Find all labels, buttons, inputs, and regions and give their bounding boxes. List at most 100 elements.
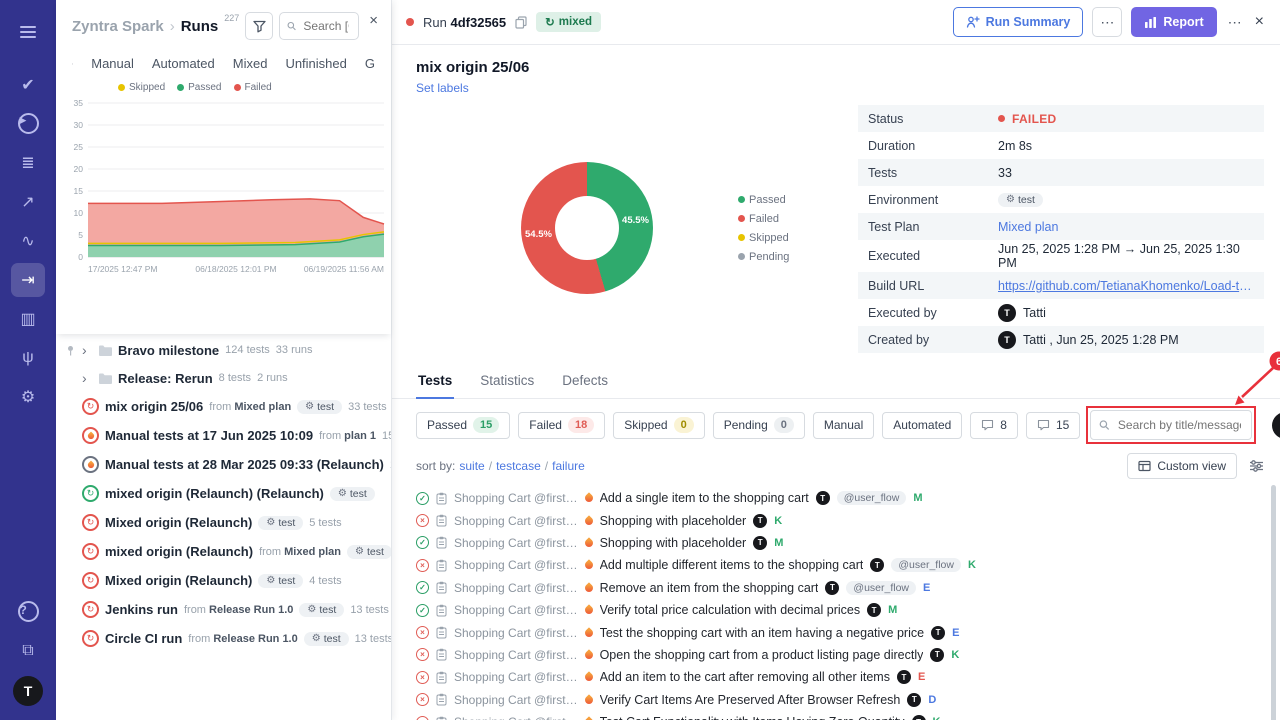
test-suite-link[interactable]: Shopping Cart @first… <box>454 693 578 707</box>
report-button[interactable]: Report <box>1131 7 1216 37</box>
runs-tab-g[interactable]: G <box>365 56 375 71</box>
test-row[interactable]: ×Shopping Cart @first…Open the shopping … <box>416 644 1262 666</box>
run-name[interactable]: mixed origin (Relaunch) (Relaunch) <box>105 486 324 501</box>
runs-tab-unfinished[interactable]: Unfinished <box>285 56 346 71</box>
runs-tab-manual[interactable]: Manual <box>91 56 134 71</box>
test-suites-icon[interactable]: ≣ <box>11 146 45 180</box>
integrations-icon[interactable]: ψ <box>11 341 45 375</box>
test-suite-link[interactable]: Shopping Cart @first… <box>454 558 578 572</box>
assignee-avatar[interactable]: T <box>753 514 767 528</box>
build-url-link[interactable]: https://github.com/TetianaKhomenko/Load-… <box>998 279 1254 293</box>
filter-chip-automated[interactable]: Automated <box>882 412 962 439</box>
test-title[interactable]: Verify Cart Items Are Preserved After Br… <box>600 693 901 707</box>
chevron-right-icon[interactable]: › <box>82 342 92 358</box>
set-labels-link[interactable]: Set labels <box>416 81 469 95</box>
test-runs-icon[interactable]: ▶ <box>11 107 45 141</box>
runs-tab-mixed[interactable]: Mixed <box>233 56 268 71</box>
test-title[interactable]: Shopping with placeholder <box>600 536 747 550</box>
sort-link-failure[interactable]: failure <box>552 459 585 473</box>
tab-tests[interactable]: Tests <box>416 365 454 399</box>
assignee-avatar[interactable]: T <box>753 536 767 550</box>
runs-search-field[interactable] <box>301 18 351 34</box>
test-row[interactable]: ✓Shopping Cart @first…Add a single item … <box>416 487 1262 509</box>
tab-statistics[interactable]: Statistics <box>478 365 536 399</box>
test-plan-link[interactable]: Mixed plan <box>998 220 1058 234</box>
filter-chip-pending[interactable]: Pending0 <box>713 412 805 439</box>
tree-run-row[interactable]: ↻Mixed origin (Relaunch)⚙test5 tests <box>56 508 391 537</box>
test-title[interactable]: Test Cart Functionality with Items Havin… <box>600 715 905 720</box>
run-name[interactable]: Mixed origin (Relaunch) <box>105 515 252 530</box>
test-title[interactable]: Add an item to the cart after removing a… <box>600 670 890 684</box>
assignee-avatar[interactable]: T <box>931 626 945 640</box>
trend-icon[interactable]: ↗ <box>11 185 45 219</box>
tree-run-row[interactable]: ↻mixed origin (Relaunch)from Mixed plan⚙… <box>56 537 391 566</box>
test-title[interactable]: Open the shopping cart from a product li… <box>600 648 924 662</box>
assignee-avatar[interactable]: T <box>930 648 944 662</box>
tab-defects[interactable]: Defects <box>560 365 610 399</box>
assignee-avatar[interactable]: T <box>907 693 921 707</box>
run-name[interactable]: mix origin 25/06 <box>105 399 203 414</box>
scrollbar[interactable] <box>1271 485 1276 720</box>
test-row[interactable]: ✓Shopping Cart @first…Shopping with plac… <box>416 532 1262 554</box>
run-name[interactable]: Manual tests at 17 Jun 2025 10:09 <box>105 428 313 443</box>
comments-filter-chip[interactable]: 8 <box>970 412 1018 439</box>
run-name[interactable]: mixed origin (Relaunch) <box>105 544 253 559</box>
settings-gear-icon[interactable]: ⚙ <box>11 380 45 414</box>
filter-chip-failed[interactable]: Failed18 <box>518 412 605 439</box>
test-title[interactable]: Shopping with placeholder <box>600 514 747 528</box>
test-suite-link[interactable]: Shopping Cart @first… <box>454 670 578 684</box>
copy-run-id-icon[interactable] <box>515 16 527 29</box>
run-name[interactable]: Circle CI run <box>105 631 182 646</box>
tests-search-input[interactable]: 6 <box>1090 410 1252 440</box>
workspace-name[interactable]: Zyntra Spark <box>72 18 164 35</box>
close-run-button[interactable]: × <box>1253 13 1266 31</box>
current-user-avatar[interactable]: T <box>1272 412 1280 439</box>
tasks-icon[interactable]: ✔ <box>11 68 45 102</box>
test-title[interactable]: Add a single item to the shopping cart <box>600 491 809 505</box>
dashboards-icon[interactable]: ▥ <box>11 302 45 336</box>
board-icon[interactable] <box>72 57 73 71</box>
tree-run-row[interactable]: ↻Circle CI runfrom Release Run 1.0⚙test1… <box>56 624 391 653</box>
close-panel-button[interactable]: × <box>365 12 382 29</box>
run-name[interactable]: Mixed origin (Relaunch) <box>105 573 252 588</box>
help-icon[interactable]: ? <box>11 595 45 629</box>
test-suite-link[interactable]: Shopping Cart @first… <box>454 581 578 595</box>
custom-view-button[interactable]: Custom view <box>1127 453 1237 479</box>
tree-run-row[interactable]: Manual tests at 17 Jun 2025 10:09from pl… <box>56 421 391 450</box>
test-row[interactable]: ×Shopping Cart @first…Add multiple diffe… <box>416 554 1262 576</box>
filter-chip-skipped[interactable]: Skipped0 <box>613 412 705 439</box>
run-summary-button[interactable]: Run Summary <box>953 7 1084 37</box>
test-title[interactable]: Verify total price calculation with deci… <box>600 603 861 617</box>
test-row[interactable]: ✓Shopping Cart @first…Verify total price… <box>416 599 1262 621</box>
overflow-menu-button[interactable]: ⋯ <box>1226 14 1244 31</box>
test-title[interactable]: Add multiple different items to the shop… <box>600 558 864 572</box>
tests-search-field[interactable] <box>1116 417 1243 433</box>
tree-folder-row[interactable]: ›Bravo milestone124 tests33 runs <box>56 336 391 364</box>
assignee-avatar[interactable]: T <box>816 491 830 505</box>
assignee-avatar[interactable]: T <box>867 603 881 617</box>
test-title[interactable]: Test the shopping cart with an item havi… <box>600 626 925 640</box>
docs-icon[interactable]: ⧉ <box>11 634 45 668</box>
test-row[interactable]: ×Shopping Cart @first…Shopping with plac… <box>416 509 1262 531</box>
test-suite-link[interactable]: Shopping Cart @first… <box>454 715 578 720</box>
test-suite-link[interactable]: Shopping Cart @first… <box>454 648 578 662</box>
tree-run-row[interactable]: ↻Mixed origin (Relaunch)⚙test4 tests <box>56 566 391 595</box>
menu-icon[interactable] <box>11 15 45 49</box>
sort-link-testcase[interactable]: testcase <box>496 459 541 473</box>
test-row[interactable]: ×Shopping Cart @first…Verify Cart Items … <box>416 689 1262 711</box>
assignee-avatar[interactable]: T <box>825 581 839 595</box>
chevron-right-icon[interactable]: › <box>82 370 92 386</box>
activity-icon[interactable]: ∿ <box>11 224 45 258</box>
test-row[interactable]: ✓Shopping Cart @first…Remove an item fro… <box>416 577 1262 599</box>
tree-run-row[interactable]: Manual tests at 28 Mar 2025 09:33 (Relau… <box>56 450 391 479</box>
tree-run-row[interactable]: ↻mix origin 25/06from Mixed plan⚙test33 … <box>56 392 391 421</box>
test-title[interactable]: Remove an item from the shopping cart <box>600 581 819 595</box>
run-name[interactable]: Jenkins run <box>105 602 178 617</box>
assignee-avatar[interactable]: T <box>870 558 884 572</box>
test-suite-link[interactable]: Shopping Cart @first… <box>454 536 578 550</box>
tree-folder-row[interactable]: ›Release: Rerun8 tests2 runs <box>56 364 391 392</box>
test-row[interactable]: ×Shopping Cart @first…Add an item to the… <box>416 666 1262 688</box>
launcher-icon[interactable]: ⇥ <box>11 263 45 297</box>
test-row[interactable]: ×Shopping Cart @first…Test the shopping … <box>416 621 1262 643</box>
assignee-avatar[interactable]: T <box>912 715 926 720</box>
